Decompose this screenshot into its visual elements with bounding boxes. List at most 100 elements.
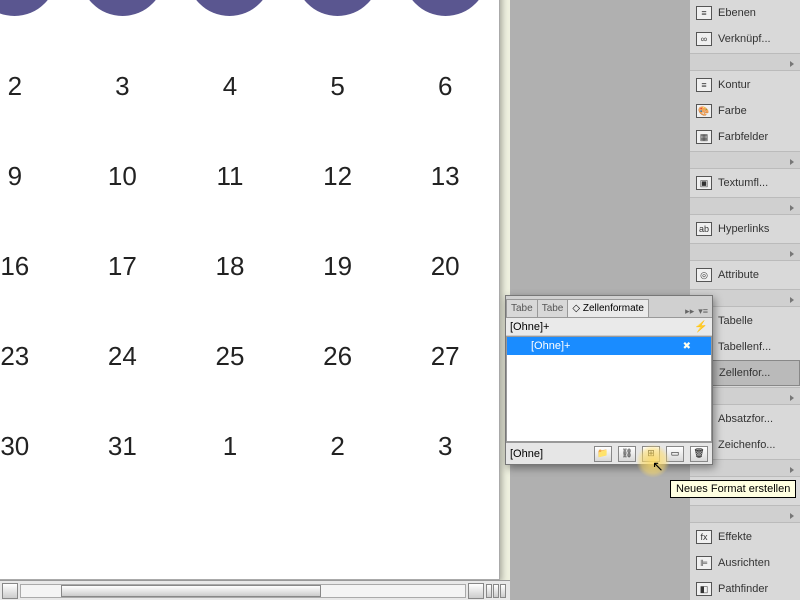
footer-style-label: [Ohne] [510, 448, 543, 460]
quick-apply-icon[interactable]: ⚡ [694, 320, 708, 333]
cal-cell: 23 [0, 341, 65, 372]
cal-cell: 5 [288, 71, 388, 102]
current-style-label: [Ohne]+ [510, 321, 549, 333]
cal-cell: 13 [395, 161, 495, 192]
cal-cell: 1 [180, 431, 280, 462]
panel-divider[interactable] [690, 53, 800, 71]
panel-footer: [Ohne] 📁 ⛓ ⊞ ▭ 🗑 [506, 442, 712, 464]
panel-label: Farbe [718, 105, 747, 117]
panel-label: Kontur [718, 79, 750, 91]
cal-cell: 3 [395, 431, 495, 462]
panel-hyperlinks[interactable]: ab Hyperlinks [690, 216, 800, 242]
cal-cell: 27 [395, 341, 495, 372]
align-icon: ⊫ [696, 556, 712, 570]
cal-cell: 19 [288, 251, 388, 282]
panel-label: Ausrichten [718, 557, 770, 569]
cal-cell: 18 [180, 251, 280, 282]
collapse-icon[interactable]: ▸▸ [685, 306, 694, 317]
cal-cell: 26 [288, 341, 388, 372]
color-icon: 🎨 [696, 104, 712, 118]
panel-label: Ebenen [718, 7, 756, 19]
panel-tab-active[interactable]: ◇ Zellenformate [567, 299, 649, 317]
panel-ebenen[interactable]: ≡ Ebenen [690, 0, 800, 26]
panel-label: Pathfinder [718, 583, 768, 595]
pathfinder-icon: ◧ [696, 582, 712, 596]
day-header-so: SO [403, 0, 488, 16]
cal-cell: 31 [72, 431, 172, 462]
cal-cell: 3 [72, 71, 172, 102]
panel-label: Zellenfor... [719, 367, 770, 379]
zellenformate-panel[interactable]: Tabe Tabe ◇ Zellenformate ▸▸ ▾≡ [Ohne]+ … [505, 295, 713, 465]
styles-list[interactable]: [Ohne]+ ✖ [506, 336, 712, 442]
cal-cell: 9 [0, 161, 65, 192]
style-options-button[interactable]: ⊞ [642, 446, 660, 462]
cal-cell: 2 [288, 431, 388, 462]
scroll-thumb[interactable] [61, 585, 321, 597]
panel-label: Farbfelder [718, 131, 768, 143]
panel-tab[interactable]: Tabe [506, 299, 538, 317]
horizontal-scrollbar[interactable] [0, 580, 510, 600]
textwrap-icon: ▣ [696, 176, 712, 190]
panel-menu-icon[interactable]: ▾≡ [698, 306, 708, 317]
clear-overrides-button[interactable]: ⛓ [618, 446, 636, 462]
calendar-page: MI DO FR SA SO 2 3 4 5 6 9 10 11 12 13 1… [0, 0, 500, 580]
calendar-day-header-row: MI DO FR SA SO [0, 0, 499, 16]
panel-textumfluss[interactable]: ▣ Textumfl... [690, 170, 800, 196]
panel-label: Zeichenfo... [718, 439, 775, 451]
layers-icon: ≡ [696, 6, 712, 20]
new-group-button[interactable]: 📁 [594, 446, 612, 462]
panel-label: Verknüpf... [718, 33, 771, 45]
panel-ausrichten[interactable]: ⊫ Ausrichten [690, 550, 800, 576]
panel-pathfinder[interactable]: ◧ Pathfinder [690, 576, 800, 602]
scroll-track[interactable] [20, 584, 466, 598]
cal-cell: 4 [180, 71, 280, 102]
panel-divider[interactable] [690, 243, 800, 261]
day-header-fr: FR [187, 0, 272, 16]
cal-cell: 30 [0, 431, 65, 462]
cal-cell: 2 [0, 71, 65, 102]
page-nav-buttons[interactable] [486, 584, 506, 598]
panel-tab[interactable]: Tabe [537, 299, 569, 317]
cal-cell: 25 [180, 341, 280, 372]
style-row-selected[interactable]: [Ohne]+ ✖ [507, 337, 711, 355]
panel-label: Hyperlinks [718, 223, 769, 235]
panel-divider[interactable] [690, 505, 800, 523]
new-style-button[interactable]: ▭ [666, 446, 684, 462]
panel-label: Textumfl... [718, 177, 768, 189]
cal-cell: 16 [0, 251, 65, 282]
delete-style-button[interactable]: 🗑 [690, 446, 708, 462]
panel-farbfelder[interactable]: ▦ Farbfelder [690, 124, 800, 150]
panel-label: Tabelle [718, 315, 753, 327]
panel-effekte[interactable]: fx Effekte [690, 524, 800, 550]
hyperlink-icon: ab [696, 222, 712, 236]
links-icon: ∞ [696, 32, 712, 46]
tooltip: Neues Format erstellen [670, 480, 796, 498]
cal-cell: 6 [395, 71, 495, 102]
effects-icon: fx [696, 530, 712, 544]
style-override-row[interactable]: [Ohne]+ ⚡ [506, 318, 712, 336]
scroll-left-button[interactable] [2, 583, 18, 599]
document-canvas[interactable]: MI DO FR SA SO 2 3 4 5 6 9 10 11 12 13 1… [0, 0, 510, 580]
panel-tab-bar: Tabe Tabe ◇ Zellenformate ▸▸ ▾≡ [506, 296, 712, 318]
panel-kontur[interactable]: ≡ Kontur [690, 72, 800, 98]
calendar-grid: 2 3 4 5 6 9 10 11 12 13 16 17 18 19 20 [0, 41, 499, 579]
swatches-icon: ▦ [696, 130, 712, 144]
locked-icon: ✖ [683, 341, 691, 352]
panel-divider[interactable] [690, 151, 800, 169]
panel-verknuepfungen[interactable]: ∞ Verknüpf... [690, 26, 800, 52]
panel-farbe[interactable]: 🎨 Farbe [690, 98, 800, 124]
day-header-mi: MI [0, 0, 57, 16]
panel-label: Absatzfor... [718, 413, 773, 425]
panel-attribute[interactable]: ◎Attribute [690, 262, 800, 288]
day-header-sa: SA [295, 0, 380, 16]
panel-label: Effekte [718, 531, 752, 543]
style-name: [Ohne]+ [531, 340, 570, 352]
cal-cell: 11 [180, 161, 280, 192]
attribute-icon: ◎ [696, 268, 712, 282]
panel-label: Tabellenf... [718, 341, 771, 353]
scroll-right-button[interactable] [468, 583, 484, 599]
stroke-icon: ≡ [696, 78, 712, 92]
cal-cell: 10 [72, 161, 172, 192]
panel-divider[interactable] [690, 197, 800, 215]
cal-cell: 12 [288, 161, 388, 192]
